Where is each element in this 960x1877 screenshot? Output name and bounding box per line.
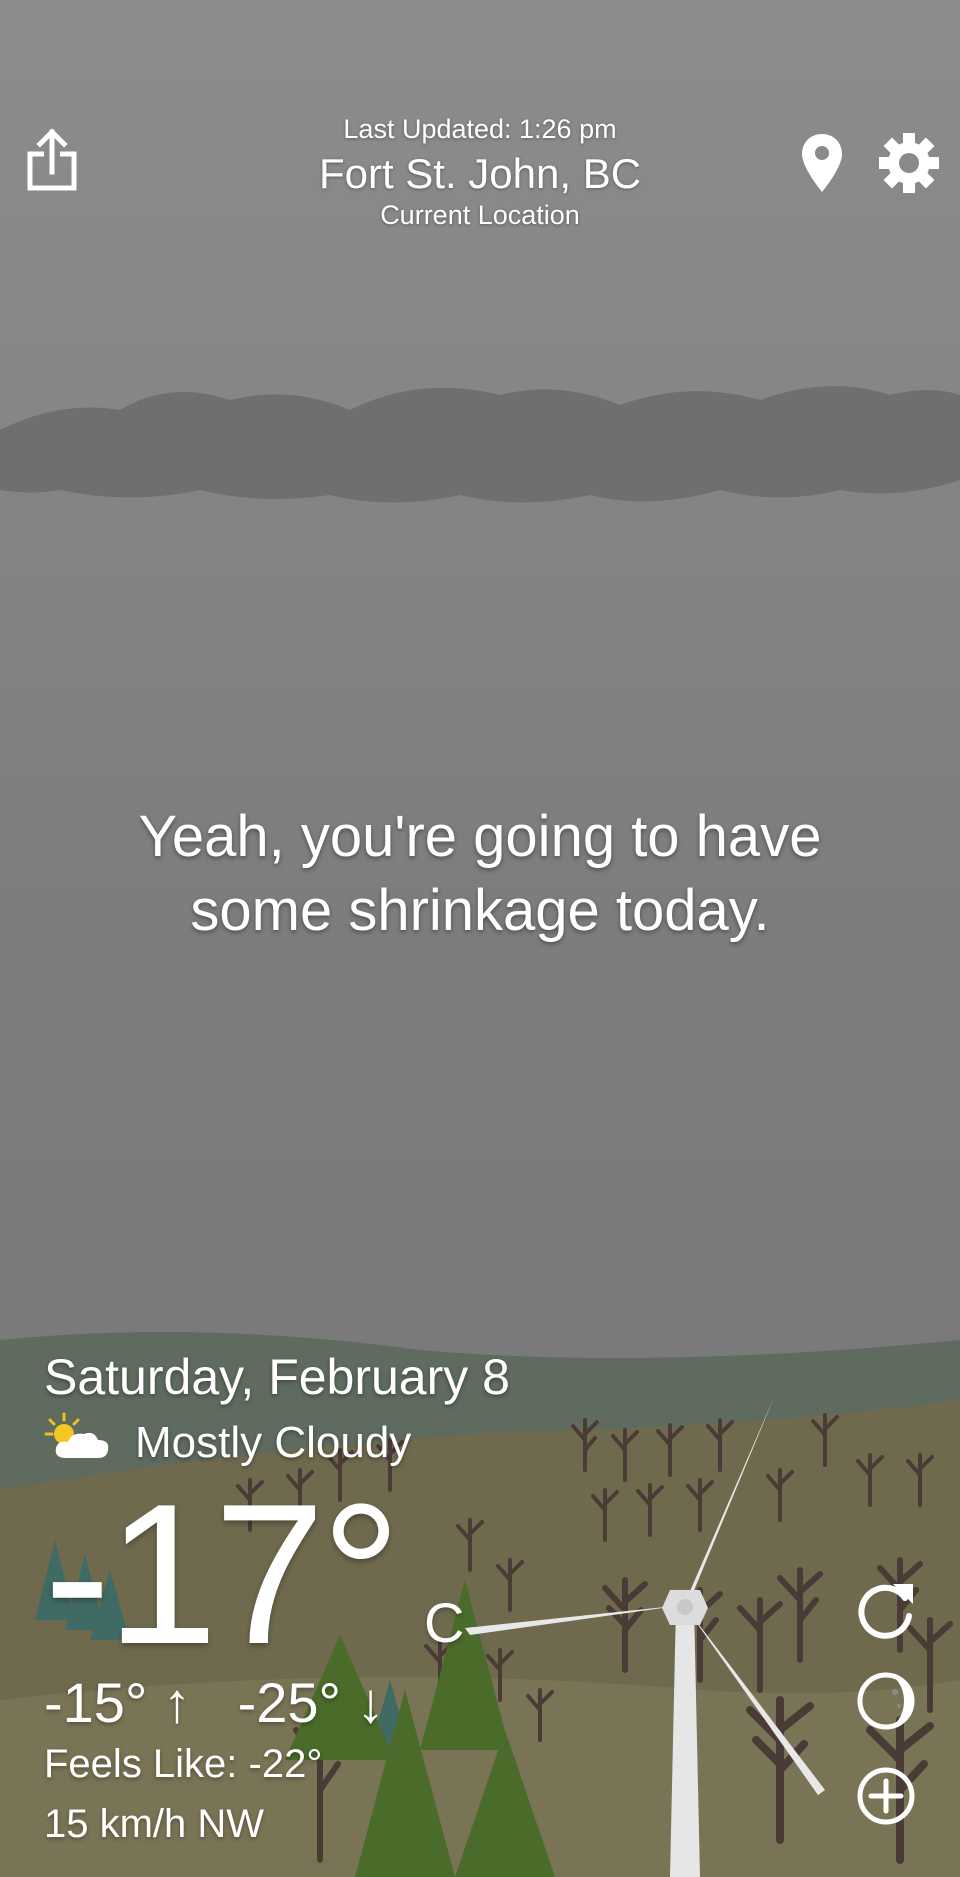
high-low-temperatures: -15° ↑ -25° ↓ bbox=[44, 1670, 385, 1735]
cloud-band bbox=[0, 386, 960, 503]
add-location-button[interactable] bbox=[855, 1765, 917, 1827]
map-pin-icon bbox=[802, 134, 842, 192]
partly-cloudy-icon bbox=[44, 1412, 114, 1467]
location-label: Current Location bbox=[380, 200, 580, 230]
refresh-button[interactable] bbox=[855, 1578, 917, 1640]
refresh-icon bbox=[858, 1584, 913, 1639]
date-label: Saturday, February 8 bbox=[44, 1349, 510, 1405]
low-temperature: -25° bbox=[237, 1671, 341, 1734]
down-arrow-icon: ↓ bbox=[356, 1671, 385, 1734]
current-temperature: -17° bbox=[44, 1463, 401, 1686]
up-arrow-icon: ↑ bbox=[162, 1671, 191, 1734]
wind-speed: 15 km/h NW bbox=[44, 1802, 265, 1846]
moon-button[interactable] bbox=[855, 1670, 917, 1732]
feels-like: Feels Like: -22° bbox=[44, 1742, 323, 1786]
high-temperature: -15° bbox=[44, 1671, 148, 1734]
temperature-unit[interactable]: C bbox=[424, 1590, 464, 1655]
moon-icon bbox=[857, 1672, 915, 1730]
add-icon bbox=[857, 1767, 915, 1825]
location-button[interactable] bbox=[800, 132, 844, 194]
quip-line-1: Yeah, you're going to have bbox=[138, 804, 822, 869]
gear-icon bbox=[879, 133, 939, 193]
quip-line-2: some shrinkage today. bbox=[190, 878, 770, 943]
condition-label: Mostly Cloudy bbox=[135, 1418, 412, 1467]
weather-quip: Yeah, you're going to have some shrinkag… bbox=[0, 800, 960, 948]
settings-button[interactable] bbox=[878, 132, 940, 194]
